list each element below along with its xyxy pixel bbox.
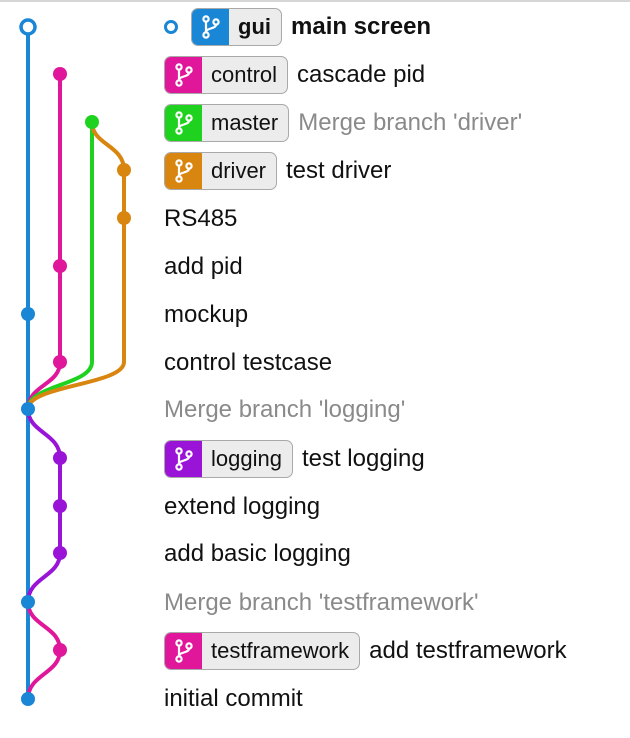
commit-message: extend logging <box>164 493 321 520</box>
commit-row[interactable]: logging test logging <box>164 435 425 483</box>
commit-dot <box>53 546 67 560</box>
commit-dot <box>117 211 131 225</box>
branch-name: gui <box>238 14 271 39</box>
git-branch-icon <box>165 153 202 189</box>
commit-row[interactable]: RS485 <box>164 195 237 243</box>
branch-name: driver <box>211 158 267 183</box>
commit-message: initial commit <box>164 685 303 712</box>
commit-row[interactable]: add basic logging <box>164 530 351 578</box>
commit-row[interactable]: control testcase <box>164 339 332 387</box>
commit-row[interactable]: Merge branch 'testframework' <box>164 579 479 627</box>
commit-message: test logging <box>301 445 425 472</box>
commit-row[interactable]: initial commit <box>164 675 303 723</box>
commit-dot <box>53 355 67 369</box>
commit-dot <box>53 451 67 465</box>
branch-name: logging <box>211 446 282 471</box>
commit-message: add testframework <box>369 637 567 664</box>
branch-badge-logging[interactable]: logging <box>164 440 293 478</box>
commit-dot <box>21 692 35 706</box>
commit-row[interactable]: testframework add testframework <box>164 627 567 675</box>
commit-row-head[interactable]: gui main screen <box>164 3 431 51</box>
branch-name: control <box>211 62 278 87</box>
commit-message: cascade pid <box>297 61 426 88</box>
graph-line-driver <box>26 170 126 410</box>
commit-dot <box>21 307 35 321</box>
commit-message: mockup <box>164 301 249 328</box>
branch-name: master <box>211 110 279 135</box>
commit-message: add basic logging <box>164 540 351 567</box>
commit-row[interactable]: Merge branch 'logging' <box>164 386 405 434</box>
commit-message: add pid <box>164 253 243 280</box>
commit-dot <box>53 643 67 657</box>
git-branch-icon <box>165 633 202 669</box>
commit-message: Merge branch 'testframework' <box>164 589 479 616</box>
commit-message: RS485 <box>164 205 238 232</box>
commit-row[interactable]: extend logging <box>164 483 320 531</box>
commit-dot <box>53 499 67 513</box>
commit-row[interactable]: master Merge branch 'driver' <box>164 99 522 147</box>
commit-graph <box>19 18 131 706</box>
commit-dot <box>53 259 67 273</box>
branch-name: testframework <box>211 638 350 663</box>
commit-row[interactable]: add pid <box>164 243 243 291</box>
git-branch-icon <box>165 57 202 93</box>
commit-dot <box>117 163 131 177</box>
git-branch-icon <box>192 9 229 45</box>
commit-dot <box>21 402 35 416</box>
commit-message: main screen <box>291 13 432 40</box>
commit-row[interactable]: driver test driver <box>164 147 391 195</box>
commit-dot <box>21 595 35 609</box>
branch-badge-testframework[interactable]: testframework <box>164 632 361 670</box>
commit-message: Merge branch 'driver' <box>298 109 523 136</box>
commit-dot <box>53 67 67 81</box>
commit-message: control testcase <box>164 349 333 376</box>
git-branch-icon <box>165 105 202 141</box>
commit-dot <box>19 18 37 36</box>
commit-dot <box>85 115 99 129</box>
head-indicator-icon <box>164 20 178 34</box>
branch-badge-driver[interactable]: driver <box>164 152 278 190</box>
commit-message: Merge branch 'logging' <box>164 396 406 423</box>
commit-row[interactable]: control cascade pid <box>164 51 425 99</box>
graph-line-driver-merge <box>90 121 126 171</box>
commit-message: test driver <box>286 157 392 184</box>
commit-row[interactable]: mockup <box>164 291 248 339</box>
branch-badge-gui[interactable]: gui <box>191 8 282 46</box>
git-branch-icon <box>165 441 202 477</box>
branch-badge-master[interactable]: master <box>164 104 290 142</box>
branch-badge-control[interactable]: control <box>164 56 289 94</box>
